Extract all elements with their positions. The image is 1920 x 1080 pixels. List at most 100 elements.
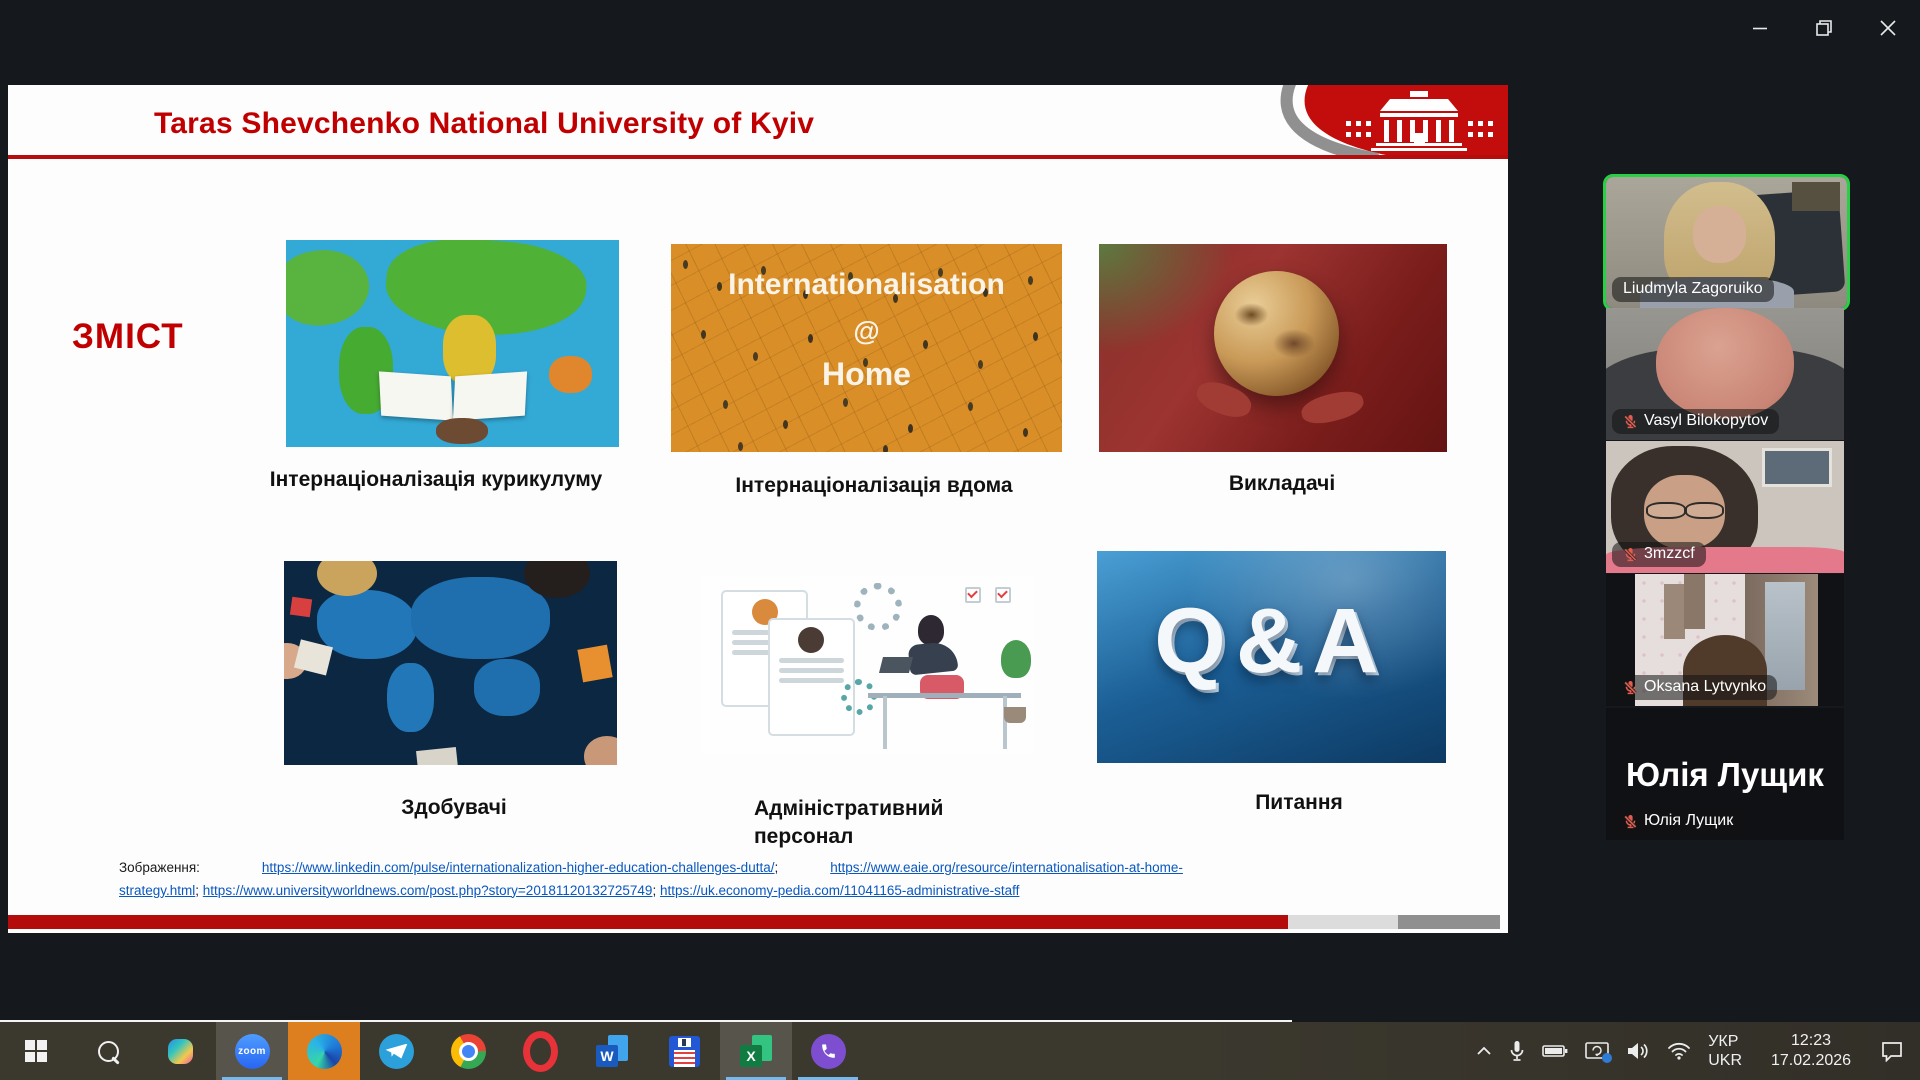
caption-at-home: Інтернаціоналізація вдома xyxy=(684,474,1064,498)
windows-start-icon xyxy=(25,1040,47,1062)
close-button[interactable] xyxy=(1856,1,1920,55)
overlay-text: Home xyxy=(671,356,1062,393)
credits-label: Зображення: xyxy=(119,860,200,875)
participant-tile-yuliia-lushchyk[interactable]: Юлія Лущик Юлія Лущик xyxy=(1606,708,1844,840)
participant-name-label: Юлія Лущик xyxy=(1612,809,1744,834)
qa-overlay-text: Q&A xyxy=(1097,589,1446,694)
viber-icon xyxy=(811,1034,846,1069)
minimize-button[interactable] xyxy=(1728,1,1792,55)
date: 17.02.2026 xyxy=(1759,1051,1863,1071)
participant-name-label: Oksana Lytvynko xyxy=(1612,675,1777,700)
taskbar-copilot-button[interactable] xyxy=(144,1022,216,1080)
taskbar-floppy-app-button[interactable] xyxy=(648,1022,720,1080)
participant-name: Oksana Lytvynko xyxy=(1644,678,1766,696)
credit-link-eaie[interactable]: https://www.eaie.org/resource/internatio… xyxy=(830,860,1183,875)
wifi-icon[interactable] xyxy=(1667,1042,1691,1060)
scrollbar-track xyxy=(1288,915,1398,929)
opera-icon xyxy=(523,1031,558,1072)
separator: ; xyxy=(195,883,203,898)
overlay-text: @ xyxy=(671,316,1062,347)
hidden-icons-chevron[interactable] xyxy=(1476,1046,1492,1056)
credit-link-economy-pedia[interactable]: https://uk.economy-pedia.com/11041165-ad… xyxy=(660,883,1019,898)
caption-questions: Питання xyxy=(1109,791,1489,815)
image-credits: Зображення: https://www.linkedin.com/puls… xyxy=(119,857,1449,902)
students-map-image xyxy=(284,561,617,765)
muted-mic-icon xyxy=(1623,414,1638,429)
caption-students: Здобувачі xyxy=(264,796,644,820)
muted-mic-icon xyxy=(1623,814,1638,829)
teachers-globe-image xyxy=(1099,244,1447,452)
time: 12:23 xyxy=(1759,1031,1863,1051)
taskbar-chrome-button[interactable] xyxy=(432,1022,504,1080)
participant-name: 3mzzcf xyxy=(1644,545,1695,563)
window-titlebar xyxy=(1728,0,1920,56)
action-center-icon[interactable] xyxy=(1880,1040,1904,1062)
language-line2: UKR xyxy=(1708,1051,1742,1070)
credit-link-eaie-continuation[interactable]: strategy.html xyxy=(119,883,195,898)
minimize-icon xyxy=(1751,19,1769,37)
separator: ; xyxy=(774,860,778,875)
taskbar-apps: zoom W X xyxy=(0,1022,864,1080)
caption-curriculum: Інтернаціоналізація курикулуму xyxy=(246,468,626,492)
word-icon: W xyxy=(596,1035,628,1067)
taskbar-search-button[interactable] xyxy=(72,1022,144,1080)
caption-teachers: Викладачі xyxy=(1092,472,1472,496)
microphone-tray-icon[interactable] xyxy=(1509,1040,1525,1062)
search-icon xyxy=(98,1041,119,1062)
participant-tile-liudmyla-zagoruiko[interactable]: Liudmyla Zagoruiko xyxy=(1603,174,1850,311)
slide-bottom-red-bar xyxy=(8,915,1288,929)
taskbar: zoom W X xyxy=(0,1022,1920,1080)
system-tray: УКР UKR 12:23 17.02.2026 xyxy=(1476,1022,1920,1080)
taskbar-edge-button[interactable] xyxy=(288,1022,360,1080)
caption-admin-staff: Адміністративний персонал xyxy=(754,795,984,851)
credit-link-universityworldnews[interactable]: https://www.universityworldnews.com/post… xyxy=(203,883,653,898)
participant-tile-oksana-lytvynko[interactable]: Oksana Lytvynko xyxy=(1606,574,1844,706)
copilot-icon xyxy=(168,1039,193,1064)
cast-display-icon[interactable] xyxy=(1585,1042,1609,1061)
shared-presentation-slide: Taras Shevchenko National University of … xyxy=(8,85,1508,933)
participant-name-label: 3mzzcf xyxy=(1612,542,1706,567)
restore-button[interactable] xyxy=(1792,1,1856,55)
floppy-disk-icon xyxy=(669,1036,700,1067)
taskbar-excel-button[interactable]: X xyxy=(720,1022,792,1080)
header-divider xyxy=(8,155,1508,159)
toc-heading: ЗМІСТ xyxy=(72,317,184,357)
separator: ; xyxy=(652,883,660,898)
language-indicator[interactable]: УКР UKR xyxy=(1708,1032,1742,1070)
scrollbar-thumb[interactable] xyxy=(1398,915,1500,929)
edge-icon xyxy=(307,1034,342,1069)
qa-image: Q&A xyxy=(1097,551,1446,763)
overlay-text: Internationalisation xyxy=(671,268,1062,302)
clock[interactable]: 12:23 17.02.2026 xyxy=(1759,1031,1863,1071)
university-building-logo-icon xyxy=(1236,85,1508,158)
participant-tile-3mzzcf[interactable]: 3mzzcf xyxy=(1606,441,1844,573)
participant-tile-vasyl-bilokopytov[interactable]: Vasyl Bilokopytov xyxy=(1606,308,1844,440)
participant-name: Vasyl Bilokopytov xyxy=(1644,412,1768,430)
participant-name: Liudmyla Zagoruiko xyxy=(1623,280,1763,298)
taskbar-word-button[interactable]: W xyxy=(576,1022,648,1080)
internationalisation-at-home-image: Internationalisation @ Home xyxy=(671,244,1062,452)
curriculum-map-image xyxy=(286,240,619,447)
participant-name-label: Vasyl Bilokopytov xyxy=(1612,409,1779,434)
participant-display-name: Юлія Лущик xyxy=(1606,756,1844,794)
cast-notification-dot xyxy=(1602,1053,1612,1063)
taskbar-viber-button[interactable] xyxy=(792,1022,864,1080)
language-line1: УКР xyxy=(1708,1032,1742,1051)
chrome-icon xyxy=(451,1034,486,1069)
volume-icon[interactable] xyxy=(1626,1041,1650,1061)
participant-name-label: Liudmyla Zagoruiko xyxy=(1612,277,1774,302)
excel-icon: X xyxy=(740,1035,772,1067)
credit-link-linkedin[interactable]: https://www.linkedin.com/pulse/internati… xyxy=(262,860,775,875)
participant-name: Юлія Лущик xyxy=(1644,812,1733,830)
battery-icon[interactable] xyxy=(1542,1044,1568,1058)
zoom-app-icon: zoom xyxy=(235,1034,270,1069)
taskbar-zoom-button[interactable]: zoom xyxy=(216,1022,288,1080)
slide-title: Taras Shevchenko National University of … xyxy=(154,107,814,141)
zoom-meeting-window: Taras Shevchenko National University of … xyxy=(0,0,1920,1080)
taskbar-telegram-button[interactable] xyxy=(360,1022,432,1080)
taskbar-opera-button[interactable] xyxy=(504,1022,576,1080)
restore-icon xyxy=(1815,19,1833,37)
admin-staff-illustration xyxy=(701,576,1034,753)
muted-mic-icon xyxy=(1623,547,1638,562)
start-button[interactable] xyxy=(0,1022,72,1080)
